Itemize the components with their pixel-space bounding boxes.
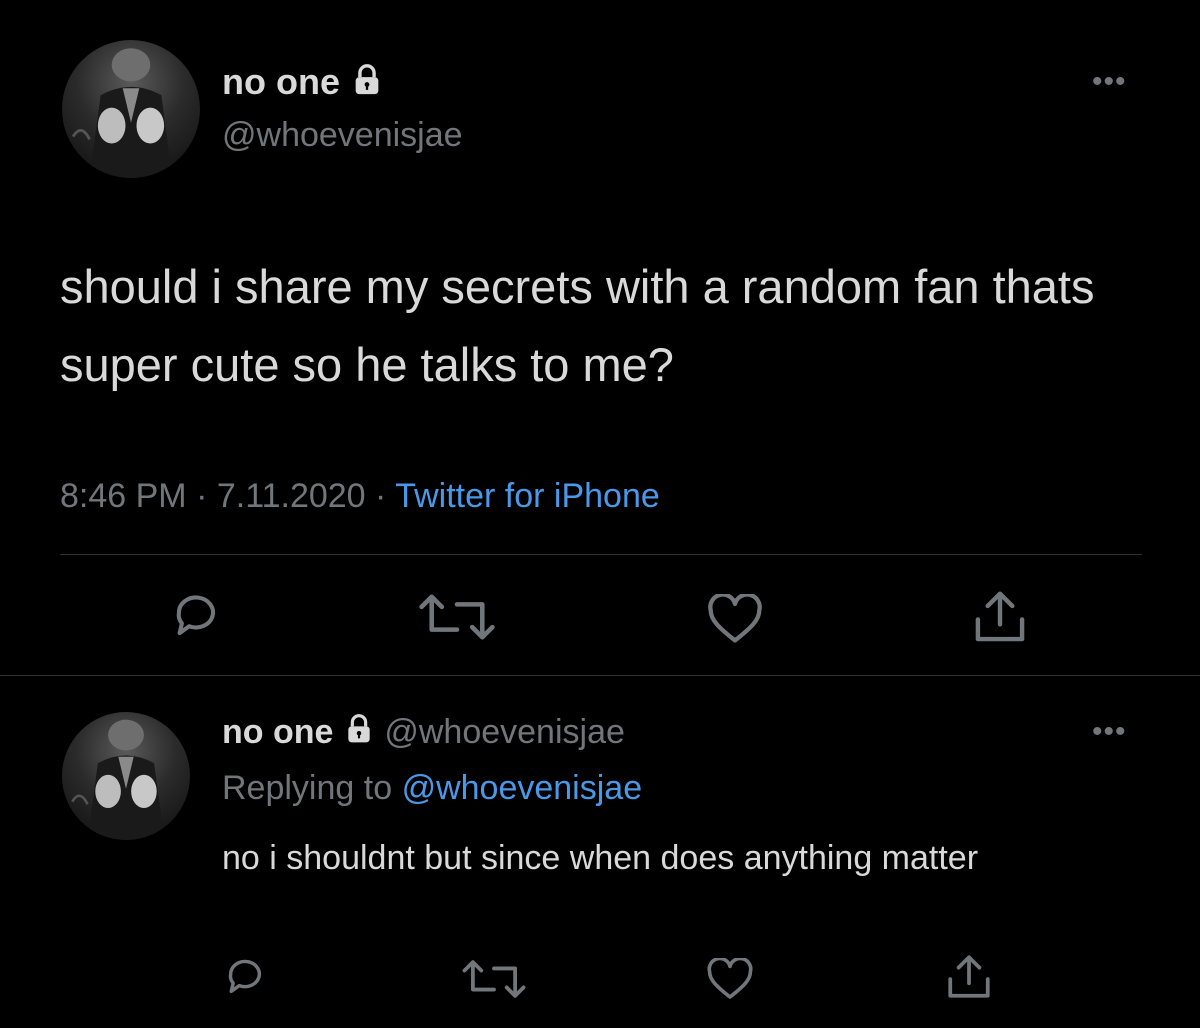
replying-to-mention[interactable]: @whoevenisjae: [402, 769, 643, 807]
author-handle[interactable]: @whoevenisjae: [222, 115, 463, 155]
share-icon[interactable]: [944, 954, 994, 1000]
replying-to-line: Replying to @whoevenisjae: [222, 766, 642, 810]
heart-icon[interactable]: [706, 594, 764, 644]
divider: [0, 675, 1200, 676]
tweet-source-link[interactable]: Twitter for iPhone: [395, 477, 660, 515]
divider: [60, 554, 1142, 555]
tweet-text: should i share my secrets with a random …: [60, 260, 1095, 391]
reply-author-avatar[interactable]: [62, 712, 190, 840]
lock-icon: [343, 712, 375, 756]
retweet-icon[interactable]: [414, 594, 500, 640]
tweet-date[interactable]: 7.11.2020: [217, 477, 366, 515]
meta-separator: ·: [375, 477, 387, 515]
lock-icon: [350, 63, 384, 105]
retweet-icon[interactable]: [458, 960, 530, 998]
reply-handle[interactable]: @whoevenisjae: [384, 713, 625, 751]
reply-text: no i shouldnt but since when does anythi…: [222, 839, 979, 877]
author-avatar[interactable]: [62, 40, 200, 178]
share-icon[interactable]: [970, 590, 1030, 644]
tweet-metadata: 8:46 PM · 7.11.2020 · Twitter for iPhone: [60, 474, 660, 518]
reply-icon[interactable]: [222, 956, 268, 998]
reply-author-line: no one @whoevenisjae: [222, 710, 625, 756]
tweet-time[interactable]: 8:46 PM: [60, 477, 187, 515]
replying-to-label: Replying to: [222, 769, 393, 807]
reply-display-name[interactable]: no one: [222, 713, 333, 751]
author-display-name[interactable]: no one: [222, 62, 384, 105]
more-options-button[interactable]: •••: [1092, 67, 1127, 97]
more-options-button[interactable]: •••: [1092, 717, 1127, 747]
heart-icon[interactable]: [706, 958, 754, 1000]
meta-separator: ·: [196, 477, 208, 515]
reply-icon[interactable]: [168, 591, 224, 641]
